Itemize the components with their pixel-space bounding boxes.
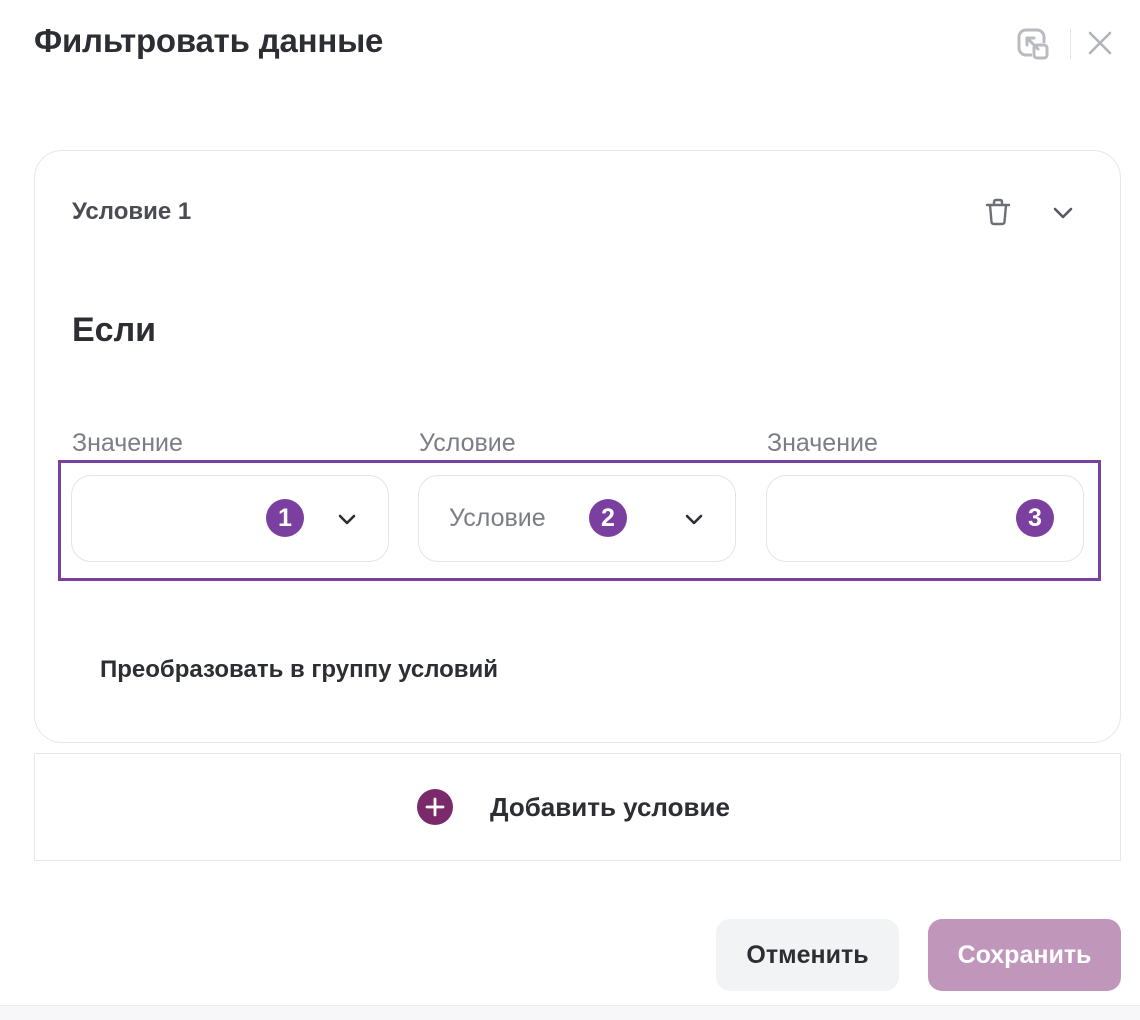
chevron-down-icon	[334, 506, 360, 532]
collapse-button[interactable]	[1014, 26, 1052, 62]
chevron-down-icon	[681, 506, 707, 532]
plus-circle-icon	[417, 789, 453, 825]
chevron-down-icon	[1053, 207, 1073, 219]
add-condition-label: Добавить условие	[490, 792, 730, 822]
step-badge-1: 1	[266, 499, 304, 537]
condition-select[interactable]: Условие 2	[418, 475, 736, 562]
page-footer-strip	[0, 1005, 1140, 1020]
save-button[interactable]: Сохранить	[928, 919, 1121, 991]
cancel-button[interactable]: Отменить	[716, 919, 899, 991]
dialog-title: Фильтровать данные	[34, 22, 384, 59]
convert-to-group-link[interactable]: Преобразовать в группу условий	[100, 656, 498, 684]
close-icon	[1088, 31, 1112, 55]
delete-condition-button[interactable]	[982, 195, 1014, 229]
condition-title: Условие 1	[72, 198, 192, 225]
collapse-arrow-icon	[1017, 28, 1049, 60]
field-label-value-right: Значение	[767, 429, 878, 457]
step-badge-2: 2	[589, 499, 627, 537]
trash-icon	[985, 198, 1011, 226]
collapse-condition-button[interactable]	[1047, 197, 1079, 229]
add-condition-button[interactable]: Добавить условие	[34, 753, 1121, 861]
field-label-value-left: Значение	[72, 429, 183, 457]
if-label: Если	[72, 311, 157, 349]
value-select-left[interactable]: 1	[71, 475, 389, 562]
header-divider	[1070, 29, 1071, 59]
value-input-right[interactable]: 3	[766, 475, 1084, 562]
field-label-condition: Условие	[419, 429, 516, 457]
condition-select-placeholder: Условие	[449, 504, 546, 532]
condition-card: Условие 1 Если Значение Условие Значение…	[34, 150, 1121, 743]
step-badge-3: 3	[1016, 499, 1054, 537]
close-button[interactable]	[1084, 27, 1116, 59]
